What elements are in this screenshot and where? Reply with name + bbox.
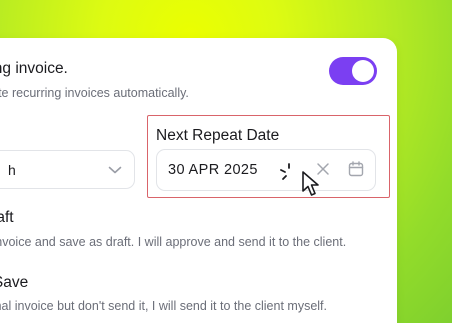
next-repeat-date-value: 30 APR 2025 — [168, 162, 258, 178]
repeats-select[interactable]: h — [0, 150, 135, 189]
mouse-cursor-icon — [302, 171, 319, 196]
send-and-save-description: ormal invoice but don't send it, I will … — [0, 299, 327, 313]
recurring-invoice-toggle[interactable] — [329, 57, 377, 85]
save-as-draft-description: w invoice and save as draft. I will appr… — [0, 235, 347, 249]
toggle-knob — [352, 60, 374, 82]
click-spark-icon — [280, 163, 290, 180]
calendar-icon[interactable] — [348, 161, 364, 177]
send-and-save-title: d Save — [0, 274, 29, 291]
next-repeat-date-label: Next Repeat Date — [156, 127, 280, 144]
invoice-settings-card: rring invoice. reate recurring invoices … — [0, 38, 397, 323]
chevron-down-icon — [108, 166, 122, 174]
recurring-invoice-subtitle: reate recurring invoices automatically. — [0, 86, 189, 100]
recurring-invoice-title: rring invoice. — [0, 60, 68, 77]
next-repeat-date-input[interactable]: 30 APR 2025 — [156, 149, 376, 191]
repeats-select-value: h — [8, 162, 16, 178]
save-as-draft-title: Draft — [0, 209, 14, 226]
